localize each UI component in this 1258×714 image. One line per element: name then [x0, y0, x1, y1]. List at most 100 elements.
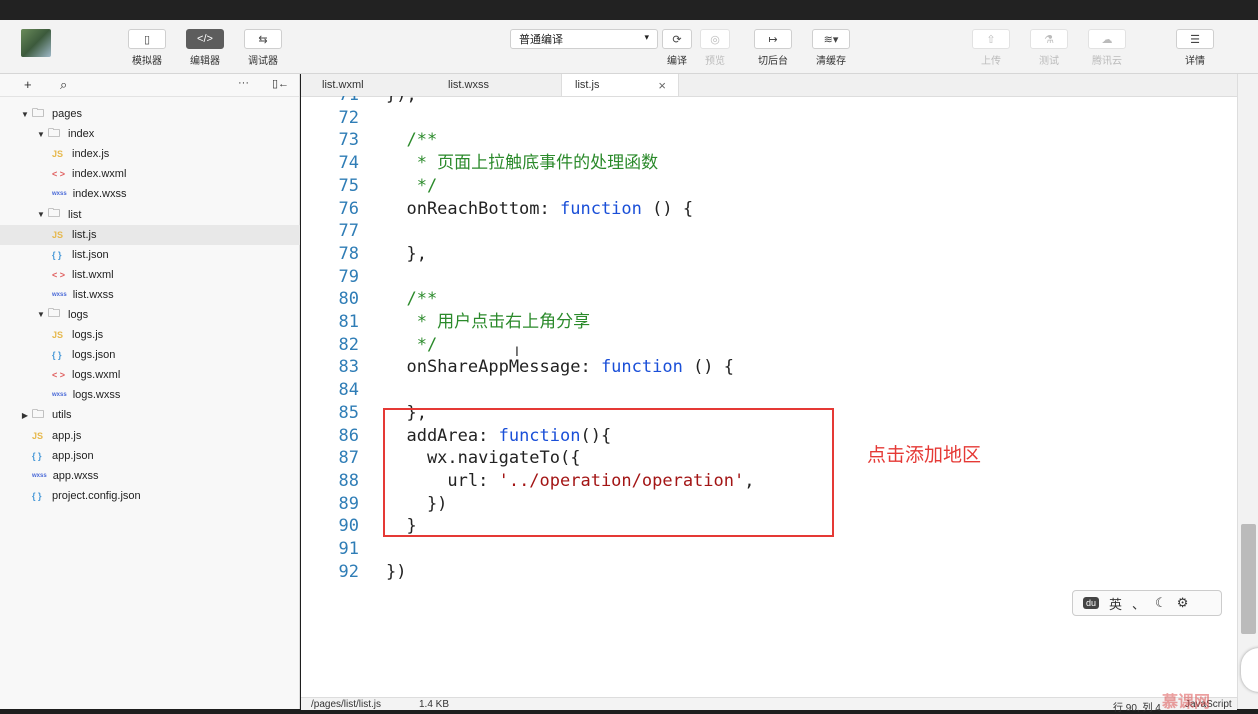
layers-icon: ≋▾: [823, 33, 839, 46]
file-item[interactable]: < > list.wxml: [0, 265, 300, 285]
add-icon[interactable]: +: [24, 77, 32, 92]
highlight-box: [383, 408, 834, 537]
test-button[interactable]: ⚗: [1030, 29, 1068, 49]
explorer-header: + ⌕ ··· ▯←: [0, 74, 299, 97]
folder-item[interactable]: ▶ 🗀 utils: [0, 405, 300, 425]
tree-item-label: app.wxss: [52, 469, 99, 482]
more-icon[interactable]: ···: [238, 77, 249, 89]
ime-toolbar: du 英 、 ☾ ⚙: [1072, 590, 1222, 616]
folder-item[interactable]: ▼ 🗀 list: [0, 204, 300, 224]
file-item[interactable]: { } list.json: [0, 245, 300, 265]
refresh-icon: ⟳: [672, 33, 682, 46]
folder-icon: 🗀: [48, 306, 61, 321]
details-button[interactable]: ☰: [1176, 29, 1214, 49]
tab-list-wxml[interactable]: list.wxml: [301, 74, 431, 96]
right-scrollbar[interactable]: [1237, 74, 1258, 709]
cloud-button[interactable]: ☁: [1088, 29, 1126, 49]
line-number: 92: [338, 561, 359, 582]
line-text: onShareAppMessage: function () {: [386, 357, 735, 378]
folder-item[interactable]: ▼ 🗀 pages: [0, 104, 300, 124]
chevron-down-icon[interactable]: ▼: [36, 210, 46, 219]
tree-item-label: list.json: [72, 248, 109, 261]
line-number: 82: [338, 334, 359, 355]
tree-item-label: list.wxml: [72, 268, 114, 281]
code-line: 74 * 页面上拉触底事件的处理函数: [301, 152, 1237, 174]
background-label: 切后台: [758, 56, 788, 67]
editor-toggle-button[interactable]: </>: [186, 29, 224, 49]
main-toolbar: ▯ 模拟器 </> 编辑器 ⇆ 调试器 普通编译 ▾ ⟳ 编译 ◎ 预览 ↦ 切…: [0, 20, 1258, 74]
file-item[interactable]: wxss logs.wxss: [0, 385, 300, 405]
line-number: 79: [338, 266, 359, 287]
chevron-down-icon[interactable]: ▼: [36, 130, 46, 139]
json-file-icon: { }: [52, 350, 62, 361]
file-item[interactable]: JS logs.js: [0, 325, 300, 345]
tree-item-label: logs.js: [72, 329, 104, 342]
collapse-panel-icon[interactable]: ▯←: [272, 77, 289, 90]
chevron-right-icon[interactable]: ▶: [20, 411, 30, 420]
file-item[interactable]: wxss list.wxss: [0, 285, 300, 305]
chevron-down-icon[interactable]: ▼: [36, 310, 46, 319]
simulator-toggle-button[interactable]: ▯: [128, 29, 166, 49]
moon-icon[interactable]: ☾: [1155, 595, 1167, 611]
compile-label: 编译: [667, 56, 687, 67]
line-number: 76: [338, 198, 359, 219]
tree-item-label: utils: [52, 409, 72, 422]
keyboard-icon[interactable]: du: [1083, 597, 1100, 609]
search-icon[interactable]: ⌕: [60, 77, 67, 93]
code-line: 80 /**: [301, 288, 1237, 310]
line-number: 89: [338, 493, 359, 514]
clear-cache-button[interactable]: ≋▾: [812, 29, 850, 49]
chevron-down-icon[interactable]: ▼: [20, 110, 30, 119]
file-item[interactable]: { } project.config.json: [0, 486, 300, 506]
tree-item-label: list.wxss: [72, 288, 114, 301]
json-file-icon: { }: [52, 249, 62, 260]
file-item[interactable]: { } app.json: [0, 446, 300, 466]
file-item[interactable]: JS index.js: [0, 144, 300, 164]
ime-language[interactable]: 英: [1109, 594, 1122, 613]
tree-item-label: logs.json: [72, 349, 116, 362]
folder-icon: 🗀: [32, 406, 45, 421]
compile-mode-select[interactable]: 普通编译 ▾: [510, 29, 658, 49]
editor-tabs: list.wxml list.wxss list.js ×: [301, 74, 1237, 97]
code-line: 71});: [301, 96, 1237, 106]
file-item[interactable]: wxss index.wxss: [0, 184, 300, 204]
upload-label: 上传: [981, 56, 1001, 67]
compile-button[interactable]: ⟳: [662, 29, 692, 49]
code-icon: </>: [197, 33, 213, 45]
folder-item[interactable]: ▼ 🗀 logs: [0, 305, 300, 325]
code-line: 77: [301, 220, 1237, 242]
line-number: 91: [338, 539, 359, 559]
phone-icon: ▯: [143, 33, 151, 46]
background-button[interactable]: ↦: [754, 29, 792, 49]
punctuation-icon[interactable]: 、: [1132, 594, 1145, 613]
scrollbar-thumb[interactable]: [1241, 524, 1256, 634]
code-line: 81 * 用户点击右上角分享: [301, 311, 1237, 333]
tree-item-label: index.wxml: [72, 168, 127, 181]
watermark-logo: 慕课网: [1162, 694, 1211, 711]
file-item[interactable]: < > index.wxml: [0, 164, 300, 184]
line-number: 74: [338, 153, 359, 174]
close-icon[interactable]: ×: [658, 78, 666, 93]
debugger-toggle-button[interactable]: ⇆: [244, 29, 282, 49]
folder-item[interactable]: ▼ 🗀 index: [0, 124, 300, 144]
file-item[interactable]: JS app.js: [0, 426, 300, 446]
tree-item-label: index: [68, 128, 95, 141]
code-line: 78 },: [301, 243, 1237, 265]
tab-list-wxss[interactable]: list.wxss: [431, 74, 561, 96]
tab-label: list.js: [575, 79, 600, 91]
file-item[interactable]: { } logs.json: [0, 345, 300, 365]
gear-icon[interactable]: ⚙: [1177, 595, 1189, 611]
file-item[interactable]: < > logs.wxml: [0, 365, 300, 385]
upload-button[interactable]: ⇧: [972, 29, 1010, 49]
tree-item-label: logs.wxss: [72, 389, 121, 402]
tree-item-label: list: [68, 208, 82, 221]
avatar[interactable]: [21, 29, 51, 57]
file-explorer: + ⌕ ··· ▯← ▼ 🗀 pages ▼ 🗀 index JS index.js < > in…: [0, 74, 300, 709]
wxml-file-icon: < >: [52, 169, 66, 180]
tab-list-js[interactable]: list.js ×: [561, 74, 679, 96]
file-item[interactable]: JS list.js: [0, 224, 300, 245]
line-number: 88: [338, 470, 359, 491]
compile-mode-value: 普通编译: [519, 34, 563, 46]
file-item[interactable]: wxss app.wxss: [0, 466, 300, 486]
preview-button[interactable]: ◎: [700, 29, 730, 49]
